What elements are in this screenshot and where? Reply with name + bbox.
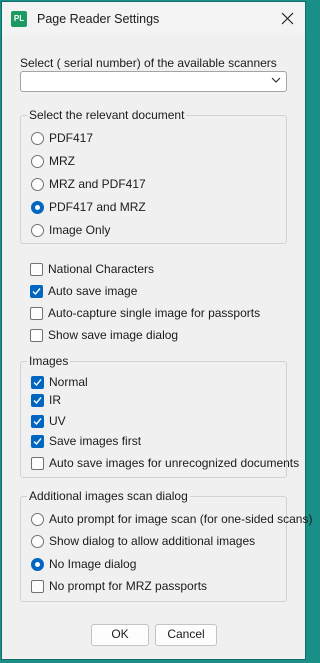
checkbox-label: Show save image dialog [48,328,179,342]
radio-label: MRZ [49,154,75,168]
checkbox-label: UV [49,414,66,428]
scanner-label: Select ( serial number) of the available… [20,56,277,70]
checkbox-checked[interactable] [31,415,44,428]
cancel-button[interactable]: Cancel [155,624,217,646]
radio-label: Show dialog to allow additional images [49,534,256,548]
radio-button[interactable] [31,178,44,191]
radio-button[interactable] [31,535,44,548]
radio-label: No Image dialog [49,557,137,571]
checkbox-checked[interactable] [31,435,44,448]
checkbox[interactable] [30,307,43,320]
radio-button[interactable] [31,224,44,237]
app-icon: PL [11,11,27,27]
checkbox[interactable] [30,263,43,276]
radio-label: MRZ and PDF417 [49,177,146,191]
title-bar: PL Page Reader Settings [2,2,305,36]
radio-label: Auto prompt for image scan (for one-side… [49,512,313,526]
checkbox[interactable] [30,329,43,342]
settings-window: PL Page Reader Settings Select ( serial … [1,1,312,660]
additional-scan-group: Additional images scan dialog Auto promp… [20,489,312,602]
checkbox-label: National Characters [48,262,155,276]
checkbox-label: IR [49,393,61,407]
radio-button-selected[interactable] [31,558,44,571]
window-title: Page Reader Settings [37,12,160,26]
checkmark-icon [33,438,42,446]
additional-scan-group-caption: Additional images scan dialog [27,489,190,503]
checkbox[interactable] [31,457,44,470]
close-icon [281,12,293,25]
close-button[interactable] [275,7,299,31]
checkbox-label: Normal [49,375,88,389]
radio-button[interactable] [31,132,44,145]
checkbox-label: Save images first [49,434,142,448]
checkbox-checked[interactable] [31,376,44,389]
checkmark-icon [33,418,42,426]
radio-label: PDF417 [49,131,94,145]
images-group: Images Normal IR UV Save images first Au… [20,354,299,478]
checkbox-checked[interactable] [30,285,43,298]
chevron-down-icon [271,77,281,83]
checkmark-icon [33,379,42,387]
checkmark-icon [33,397,42,405]
scanner-select[interactable] [20,71,287,92]
images-group-caption: Images [27,354,71,368]
document-group: Select the relevant document PDF417 MRZ … [20,108,287,244]
checkmark-icon [32,288,41,296]
radio-button[interactable] [31,513,44,526]
checkbox-label: No prompt for MRZ passports [49,579,208,593]
radio-button[interactable] [31,155,44,168]
checkbox[interactable] [31,580,44,593]
document-group-caption: Select the relevant document [27,108,187,122]
ok-button[interactable]: OK [91,624,149,646]
checkbox-checked[interactable] [31,394,44,407]
radio-label: Image Only [49,223,111,237]
checkbox-label: Auto-capture single image for passports [48,306,261,320]
radio-button-selected[interactable] [31,201,44,214]
checkbox-label: Auto save image [48,284,138,298]
checkbox-label: Auto save images for unrecognized docume… [49,456,300,470]
radio-label: PDF417 and MRZ [49,200,146,214]
